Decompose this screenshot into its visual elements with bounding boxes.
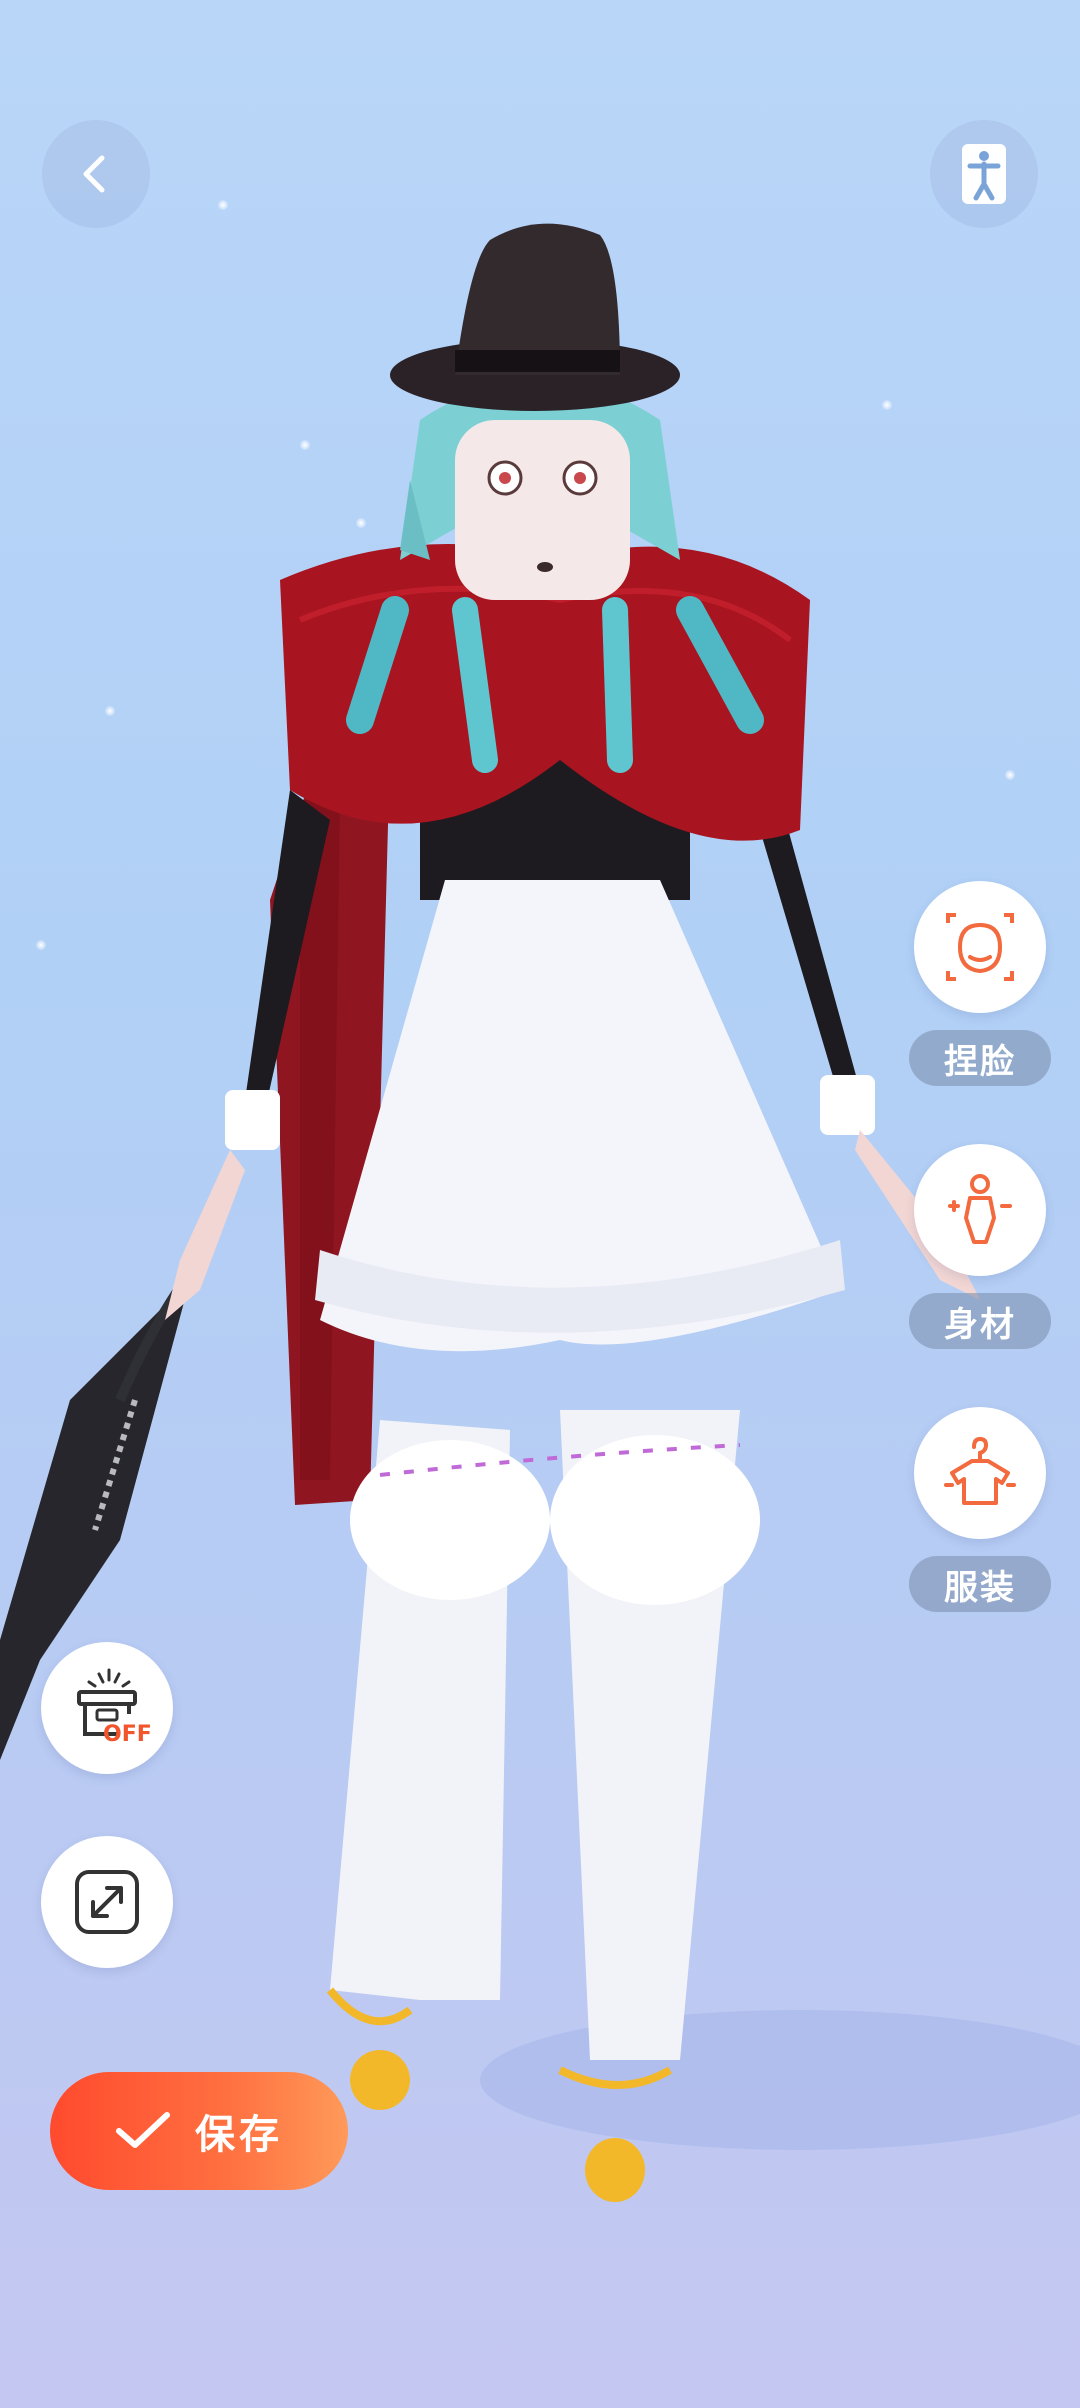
body-edit-button[interactable] xyxy=(914,1144,1046,1276)
expand-icon xyxy=(75,1870,139,1934)
face-icon xyxy=(946,913,1014,981)
save-button-label: 保存 xyxy=(195,2112,283,2158)
face-edit-label[interactable]: 捏脸 xyxy=(909,1030,1051,1086)
person-pose-icon xyxy=(962,144,1006,204)
sparkle xyxy=(105,706,115,716)
face-edit-button[interactable] xyxy=(914,881,1046,1013)
sparkle xyxy=(1005,770,1015,780)
sparkle xyxy=(356,518,366,528)
sparkle xyxy=(36,940,46,950)
back-button[interactable] xyxy=(42,120,150,228)
body-icon xyxy=(948,1174,1012,1244)
sparkle xyxy=(882,400,892,410)
clothes-hanger-icon xyxy=(944,1436,1016,1505)
expand-button[interactable] xyxy=(41,1836,173,1968)
body-edit-label[interactable]: 身材 xyxy=(909,1293,1051,1349)
chevron-left-icon xyxy=(83,155,105,193)
outfit-label[interactable]: 服装 xyxy=(909,1556,1051,1612)
backdrop-toggle-button[interactable]: OFF xyxy=(41,1642,173,1774)
sparkle xyxy=(300,440,310,450)
outfit-button[interactable] xyxy=(914,1407,1046,1539)
backdrop-off-badge: OFF xyxy=(103,1722,152,1747)
pose-button[interactable] xyxy=(930,120,1038,228)
check-icon xyxy=(116,2112,170,2148)
sparkle xyxy=(218,200,228,210)
save-button[interactable]: 保存 xyxy=(50,2072,348,2190)
